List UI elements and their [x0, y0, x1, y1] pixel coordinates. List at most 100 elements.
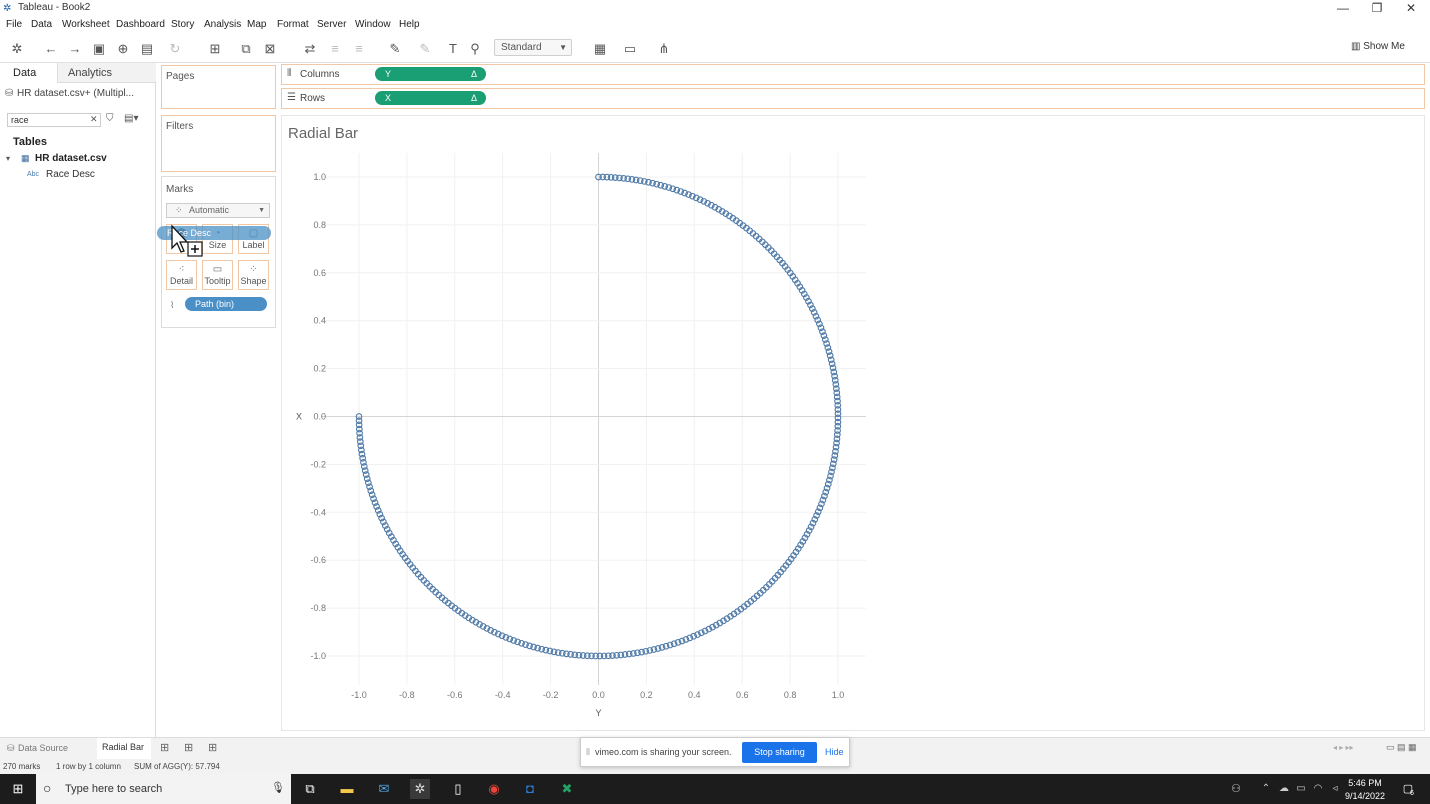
filters-card[interactable]: Filters — [161, 115, 276, 172]
field-race-desc[interactable]: Race Desc — [46, 169, 95, 180]
taskbar: ⊞ ○ Type here to search 🎙 ⧉ ▬ ✉ ✲ ▯ ◉ ◘ … — [0, 774, 1430, 804]
clock-date[interactable]: 9/14/2022 — [1344, 791, 1386, 801]
datasource-name[interactable]: HR dataset.csv+ (Multipl... — [17, 88, 134, 99]
taskbar-search-placeholder: Type here to search — [65, 783, 163, 795]
tooltip-button[interactable]: ▭ Tooltip — [202, 260, 233, 290]
drag-handle-icon[interactable]: ⦀ — [586, 747, 590, 758]
redo-icon[interactable]: → — [67, 41, 83, 57]
taskbar-search[interactable]: ○ Type here to search 🎙 — [36, 774, 291, 804]
chevron-down-icon[interactable]: ▾ — [6, 154, 10, 163]
shape-icon: ⁘ — [249, 264, 258, 275]
stop-sharing-button[interactable]: Stop sharing — [742, 742, 817, 763]
sort-descending-icon[interactable]: ≡ — [351, 41, 367, 57]
columns-shelf[interactable]: ⦀ Columns Y Δ — [281, 64, 1425, 85]
tableau-taskbar-icon[interactable]: ✲ — [410, 779, 430, 799]
pages-card[interactable]: Pages — [161, 65, 276, 109]
save-icon[interactable]: ▣ — [91, 41, 107, 57]
duplicate-sheet-icon[interactable]: ⧉ — [238, 41, 254, 57]
x-tick-label: -0.4 — [495, 690, 511, 700]
tab-nav-icon[interactable]: ◂ ▸ ▸▸ — [1333, 743, 1354, 752]
tab-analytics[interactable]: Analytics — [57, 63, 156, 83]
undo-icon[interactable]: ← — [43, 41, 59, 57]
y-axis-title: X — [296, 412, 302, 422]
x-tick-label: -1.0 — [351, 690, 367, 700]
menu-format[interactable]: Format — [277, 19, 309, 30]
rows-pill-x[interactable]: X Δ — [375, 91, 486, 105]
pause-updates-icon[interactable]: ▤ — [139, 41, 155, 57]
refresh-icon[interactable]: ↻ — [167, 41, 183, 57]
swap-rows-columns-icon[interactable]: ⇄ — [302, 41, 318, 57]
x-tick-label: -0.6 — [447, 690, 463, 700]
close-icon[interactable]: ✕ — [1394, 0, 1428, 17]
toolbar: ✲ ← → ▣ ⊕ ▤ ↻ ⊞ ⧉ ⊠ ⇄ ≡ ≡ ✎ ✎ T ⚲ Standa… — [0, 34, 1430, 63]
share-icon[interactable]: ⋔ — [656, 41, 672, 57]
shape-button[interactable]: ⁘ Shape — [238, 260, 269, 290]
menu-analysis[interactable]: Analysis — [204, 19, 241, 30]
group-members-icon[interactable]: ✎ — [417, 41, 433, 57]
hide-button[interactable]: Hide — [825, 747, 844, 757]
menu-map[interactable]: Map — [247, 19, 266, 30]
menu-data[interactable]: Data — [31, 19, 52, 30]
new-datasource-icon[interactable]: ⊕ — [115, 41, 131, 57]
y-tick-label: -0.8 — [310, 603, 326, 613]
presentation-mode-icon[interactable]: ▭ — [622, 41, 638, 57]
tray-chevron-icon[interactable]: ⌃ — [1256, 779, 1276, 799]
mail-icon[interactable]: ✉ — [374, 779, 394, 799]
fix-axes-icon[interactable]: ⚲ — [467, 41, 483, 57]
view-options-icon[interactable]: ▤▾ — [124, 113, 138, 124]
restore-icon[interactable]: ❐ — [1360, 0, 1394, 17]
view-sheet-sorter-icon[interactable]: ▭ ▤ ▦ — [1386, 742, 1417, 753]
menu-server[interactable]: Server — [317, 19, 346, 30]
tables-heading: Tables — [13, 136, 48, 148]
tab-radial-bar[interactable]: Radial Bar — [97, 738, 151, 759]
clear-sheet-icon[interactable]: ⊠ — [262, 41, 278, 57]
excel-icon[interactable]: ✖ — [557, 779, 577, 799]
clear-search-icon[interactable]: ✕ — [90, 114, 98, 125]
file-explorer-icon[interactable]: ▬ — [337, 779, 357, 799]
minimize-icon[interactable]: — — [1326, 0, 1360, 17]
menu-dashboard[interactable]: Dashboard — [116, 19, 165, 30]
new-story-tab-icon[interactable]: ⊞ — [208, 741, 217, 754]
menu-help[interactable]: Help — [399, 19, 420, 30]
menu-file[interactable]: File — [6, 19, 22, 30]
new-worksheet-icon[interactable]: ⊞ — [207, 41, 223, 57]
mark-type-select[interactable]: ⁘ Automatic ▼ — [166, 203, 270, 218]
tab-data[interactable]: Data — [0, 63, 57, 83]
new-dashboard-tab-icon[interactable]: ⊞ — [184, 741, 193, 754]
y-tick-label: 0.0 — [313, 412, 326, 422]
fit-select[interactable]: Standard ▼ — [494, 39, 572, 56]
rows-shelf[interactable]: ☰ Rows X Δ — [281, 88, 1425, 109]
menu-worksheet[interactable]: Worksheet — [62, 19, 110, 30]
path-bin-pill[interactable]: Path (bin) — [185, 297, 267, 311]
volume-icon[interactable]: ◃ — [1325, 779, 1345, 799]
chevron-down-icon: ▼ — [258, 207, 265, 214]
windows-start-icon[interactable]: ⊞ — [8, 779, 28, 799]
radial-bar-chart[interactable]: -1.0 -0.8 -0.6 -0.4 -0.2 0.0 0.2 0.4 0.6 0.8 1.0 1.… — [281, 145, 881, 725]
x-tick-label: 0.0 — [592, 690, 605, 700]
delta-icon: Δ — [470, 69, 477, 79]
show-me-button[interactable]: ▥ Show Me — [1351, 41, 1405, 52]
new-worksheet-tab-icon[interactable]: ⊞ — [160, 741, 169, 754]
highlight-icon[interactable]: ✎ — [387, 41, 403, 57]
notifications-icon[interactable]: ▢ — [1398, 779, 1418, 799]
notepad-icon[interactable]: ▯ — [448, 779, 468, 799]
table-icon: ▦ — [21, 153, 30, 163]
menu-window[interactable]: Window — [355, 19, 391, 30]
menu-story[interactable]: Story — [171, 19, 194, 30]
search-input[interactable] — [7, 113, 101, 127]
show-mark-labels-icon[interactable]: T — [445, 41, 461, 57]
task-view-icon[interactable]: ⧉ — [300, 779, 320, 799]
columns-pill-y[interactable]: Y Δ — [375, 67, 486, 81]
table-name[interactable]: HR dataset.csv — [35, 153, 107, 164]
detail-button[interactable]: ⁖ Detail — [166, 260, 197, 290]
chrome-icon[interactable]: ◉ — [484, 779, 504, 799]
sort-ascending-icon[interactable]: ≡ — [327, 41, 343, 57]
show-cards-icon[interactable]: ▦ — [592, 41, 608, 57]
clock-time[interactable]: 5:46 PM — [1344, 778, 1386, 788]
tableau-home-icon[interactable]: ✲ — [9, 41, 25, 57]
tab-data-source[interactable]: Data Source — [18, 743, 68, 753]
people-icon[interactable]: ⚇ — [1226, 779, 1246, 799]
outlook-icon[interactable]: ◘ — [520, 779, 540, 799]
y-tick-label: 0.6 — [313, 268, 326, 278]
filter-icon[interactable]: ⛉ — [106, 113, 114, 124]
